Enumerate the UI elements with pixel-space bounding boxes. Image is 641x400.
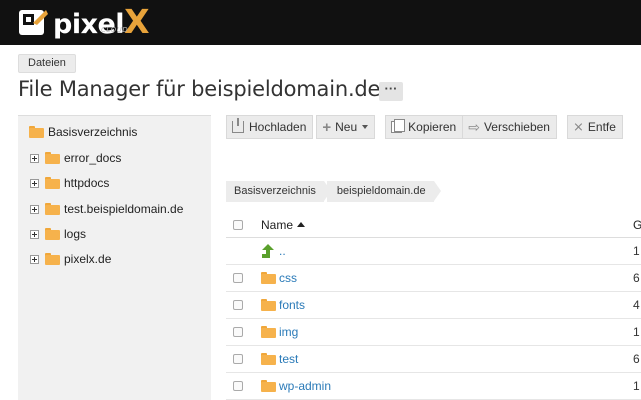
parent-directory-icon bbox=[262, 244, 274, 258]
expand-plus-icon[interactable] bbox=[30, 153, 39, 163]
file-cell-second: 1 bbox=[633, 379, 640, 393]
delete-x-icon: ⨯ bbox=[572, 119, 584, 134]
tree-item-httpdocs[interactable]: httpdocs bbox=[30, 176, 109, 190]
more-actions-button[interactable]: ··· bbox=[379, 82, 403, 101]
row-checkbox[interactable] bbox=[233, 354, 243, 364]
file-cell-second: 1 bbox=[633, 244, 640, 258]
plus-icon: + bbox=[322, 118, 332, 136]
file-cell-second: 1 bbox=[633, 325, 640, 339]
folder-icon bbox=[29, 126, 44, 138]
select-all-checkbox[interactable] bbox=[233, 220, 243, 230]
top-bar: pixelX CLOUD bbox=[0, 0, 641, 45]
file-cell-second: 6 bbox=[633, 352, 640, 366]
brand-logo[interactable]: pixelX bbox=[18, 5, 150, 41]
path-segment-root[interactable]: Basisverzeichnis bbox=[226, 181, 331, 202]
tree-item-label: test.beispieldomain.de bbox=[64, 202, 184, 216]
tree-item-label: pixelx.de bbox=[64, 252, 112, 266]
path-segment-current[interactable]: beispieldomain.de bbox=[326, 181, 441, 202]
page-title: File Manager für beispieldomain.de bbox=[18, 77, 381, 101]
tree-item-label: error_docs bbox=[64, 151, 122, 165]
copy-button[interactable]: Kopieren bbox=[385, 115, 464, 139]
folder-icon bbox=[45, 177, 60, 189]
upload-button[interactable]: Hochladen bbox=[226, 115, 314, 139]
file-cell-second: 4 bbox=[633, 298, 640, 312]
table-row-parent[interactable]: .. 1 bbox=[226, 238, 641, 265]
tree-item-label: logs bbox=[64, 227, 87, 241]
table-row[interactable]: fonts 4 bbox=[226, 292, 641, 319]
folder-icon bbox=[261, 380, 276, 392]
file-name-link[interactable]: fonts bbox=[279, 298, 305, 312]
file-cell-second: 6 bbox=[633, 271, 640, 285]
folder-icon bbox=[261, 272, 276, 284]
folder-icon bbox=[261, 326, 276, 338]
file-toolbar: Hochladen + Neu Kopieren ⇨ Verschieben ⨯… bbox=[226, 115, 623, 139]
table-row[interactable]: img 1 bbox=[226, 319, 641, 346]
row-checkbox[interactable] bbox=[233, 381, 243, 391]
file-name-link[interactable]: wp-admin bbox=[279, 379, 331, 393]
move-arrow-icon: ⇨ bbox=[468, 118, 480, 135]
brand-tagline: CLOUD bbox=[101, 26, 129, 34]
pixelx-logo-icon bbox=[19, 10, 48, 35]
table-header: Name G bbox=[226, 212, 641, 238]
folder-icon bbox=[261, 299, 276, 311]
tree-item-pixelx[interactable]: pixelx.de bbox=[30, 252, 111, 266]
folder-icon bbox=[45, 253, 60, 265]
column-header-name[interactable]: Name bbox=[261, 218, 306, 232]
row-checkbox[interactable] bbox=[233, 273, 243, 283]
folder-icon bbox=[45, 203, 60, 215]
file-table: Name G .. 1 css 6 fonts 4 img 1 test 6 w… bbox=[226, 212, 641, 400]
tree-item-error-docs[interactable]: error_docs bbox=[30, 151, 121, 165]
tree-item-test-beispieldomain[interactable]: test.beispieldomain.de bbox=[30, 202, 183, 216]
chevron-down-icon bbox=[362, 125, 369, 129]
tree-root-basisverzeichnis[interactable]: Basisverzeichnis bbox=[29, 125, 137, 139]
expand-plus-icon[interactable] bbox=[30, 204, 39, 214]
row-checkbox[interactable] bbox=[233, 300, 243, 310]
row-checkbox[interactable] bbox=[233, 327, 243, 337]
folder-icon bbox=[45, 152, 60, 164]
table-row[interactable]: test 6 bbox=[226, 346, 641, 373]
table-row[interactable]: css 6 bbox=[226, 265, 641, 292]
tree-root-label: Basisverzeichnis bbox=[48, 125, 138, 139]
move-button[interactable]: ⇨ Verschieben bbox=[463, 115, 557, 139]
sort-ascending-icon bbox=[297, 222, 306, 227]
file-name-link[interactable]: css bbox=[279, 271, 297, 285]
folder-tree-sidebar: Basisverzeichnis error_docs httpdocs tes… bbox=[18, 115, 211, 400]
expand-plus-icon[interactable] bbox=[30, 178, 39, 188]
table-row[interactable]: wp-admin 1 bbox=[226, 373, 641, 400]
file-name-link[interactable]: img bbox=[279, 325, 298, 339]
column-header-second[interactable]: G bbox=[633, 218, 641, 232]
path-breadcrumb: Basisverzeichnis beispieldomain.de bbox=[226, 181, 441, 202]
file-name-link[interactable]: test bbox=[279, 352, 298, 366]
folder-icon bbox=[261, 353, 276, 365]
new-dropdown-button[interactable]: + Neu bbox=[316, 115, 376, 139]
delete-button[interactable]: ⨯ Entfe bbox=[566, 115, 623, 139]
expand-plus-icon[interactable] bbox=[30, 254, 39, 264]
expand-plus-icon[interactable] bbox=[30, 229, 39, 239]
file-list-panel: Hochladen + Neu Kopieren ⇨ Verschieben ⨯… bbox=[226, 115, 641, 400]
tree-item-label: httpdocs bbox=[64, 176, 110, 190]
folder-icon bbox=[45, 228, 60, 240]
tree-item-logs[interactable]: logs bbox=[30, 227, 86, 241]
copy-icon bbox=[391, 119, 406, 133]
upload-icon bbox=[232, 118, 244, 133]
file-name-link[interactable]: .. bbox=[279, 244, 286, 258]
breadcrumb-files[interactable]: Dateien bbox=[18, 54, 76, 73]
